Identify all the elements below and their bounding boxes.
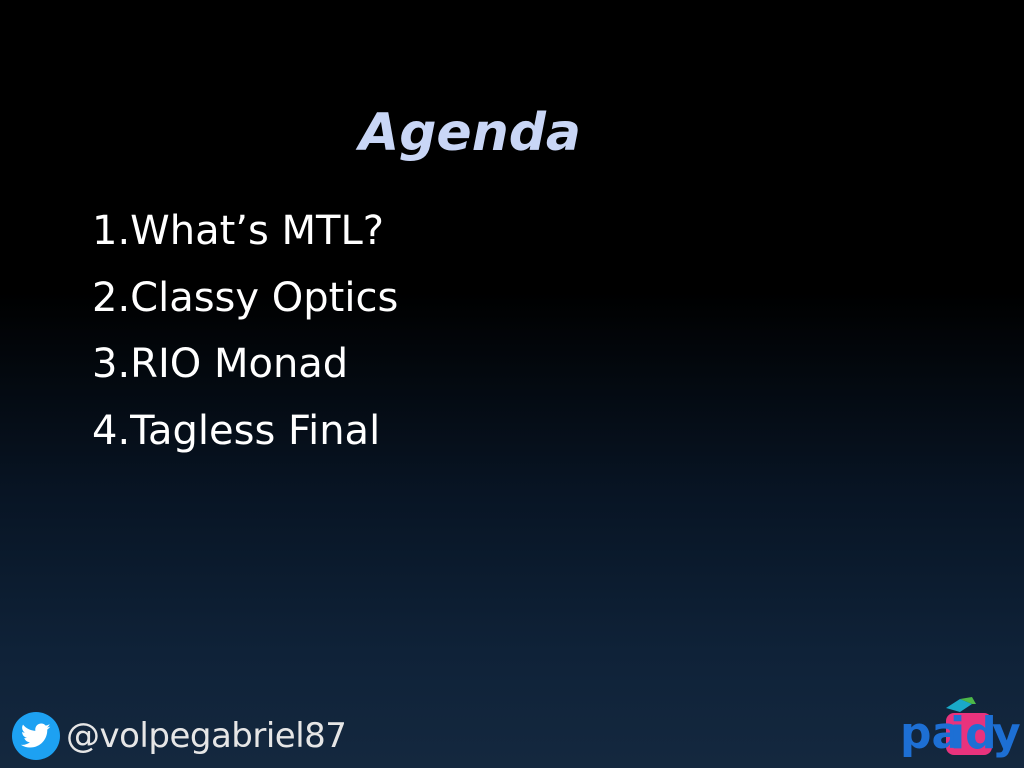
twitter-bird-icon	[12, 712, 60, 760]
agenda-list: 1.What’s MTL? 2.Classy Optics 3.RIO Mona…	[92, 208, 398, 474]
slide-title: Agenda	[358, 102, 582, 163]
agenda-item: 4.Tagless Final	[92, 407, 381, 454]
paidy-logo: pa id y	[900, 697, 1020, 759]
agenda-item: 1.What’s MTL?	[92, 208, 384, 254]
twitter-handle: @volpegabriel87	[12, 711, 347, 761]
svg-text:y: y	[992, 708, 1020, 759]
agenda-item: 2.Classy Optics	[92, 274, 399, 321]
agenda-item: 3.RIO Monad	[92, 341, 349, 387]
slide: Agenda 1.What’s MTL? 2.Classy Optics 3.R…	[0, 0, 1024, 768]
svg-text:id: id	[950, 708, 997, 759]
twitter-handle-text: @volpegabriel87	[66, 716, 347, 756]
